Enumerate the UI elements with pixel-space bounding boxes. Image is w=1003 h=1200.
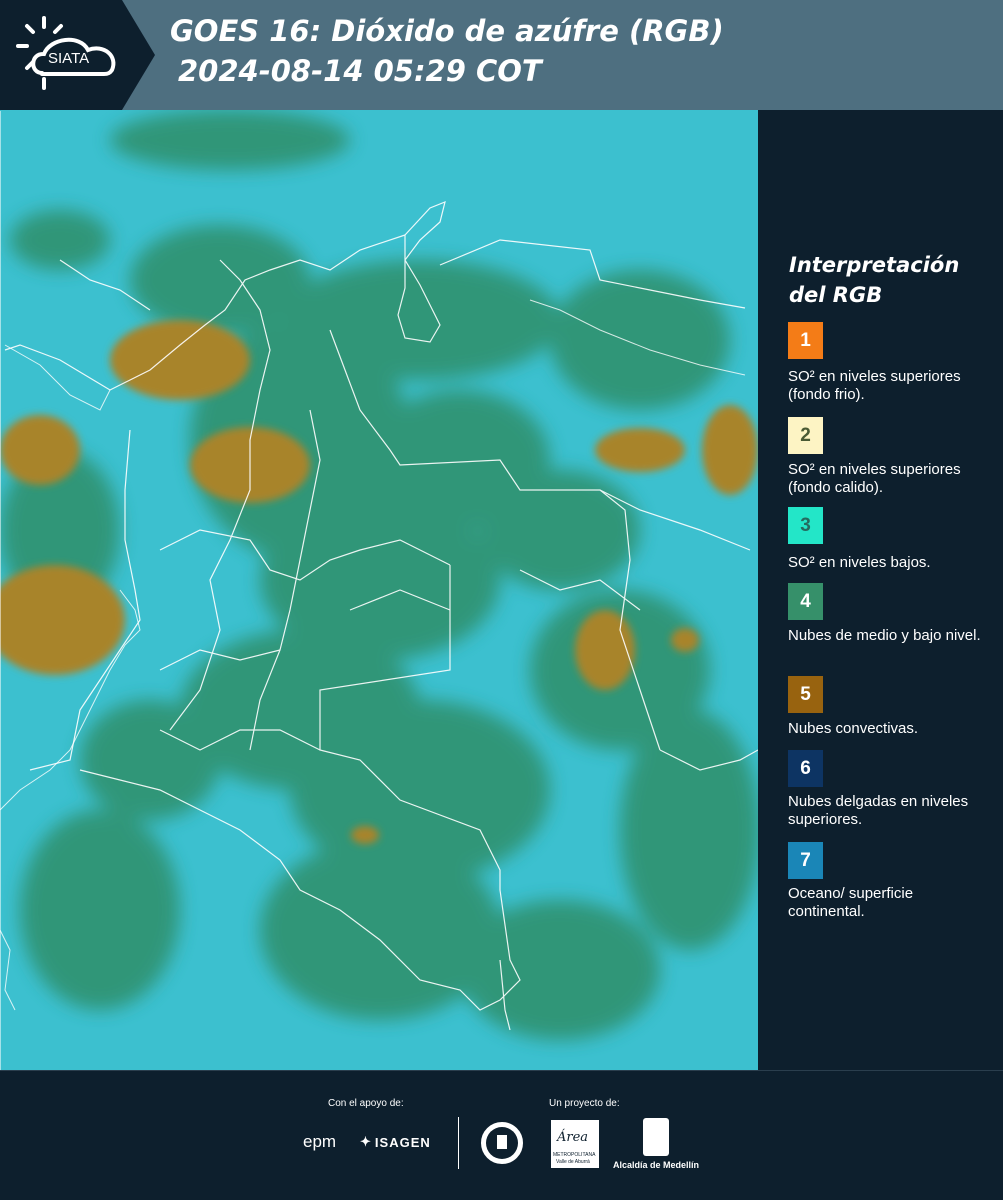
legend-swatch-1: 1 bbox=[788, 322, 823, 359]
legend-number-2: 2 bbox=[800, 424, 811, 446]
legend-number-4: 4 bbox=[800, 590, 811, 612]
legend-label-4: Nubes de medio y bajo nivel. bbox=[788, 627, 981, 644]
page-title: GOES 16: Dióxido de azúfre (RGB) bbox=[170, 14, 724, 48]
area-logo-text: Área bbox=[557, 1130, 589, 1145]
legend-swatch-2: 2 bbox=[788, 417, 823, 454]
area-logo-sub2: Valle de Aburrá bbox=[556, 1159, 590, 1165]
legend-number-5: 5 bbox=[800, 683, 811, 705]
legend-title: Interpretación del RGB bbox=[789, 253, 960, 307]
legend-number-3: 3 bbox=[800, 514, 811, 536]
header-bar: SIATA GOES 16: Dióxido de azúfre (RGB) 2… bbox=[0, 0, 1003, 110]
legend-swatch-7: 7 bbox=[788, 842, 823, 879]
legend-swatch-3: 3 bbox=[788, 507, 823, 544]
siata-logo-text: SIATA bbox=[48, 50, 89, 67]
legend-panel: Interpretación del RGB 1 SO² en niveles … bbox=[758, 110, 1003, 1070]
legend-label-7: Oceano/ superficie continental. bbox=[788, 885, 914, 920]
area-metropolitana-logo: Área METROPOLITANA Valle de Aburrá bbox=[551, 1120, 599, 1168]
legend-swatch-6: 6 bbox=[788, 750, 823, 787]
medellin-seal bbox=[478, 1118, 526, 1173]
legend-label-2: SO² en niveles superiores (fondo calido)… bbox=[788, 461, 961, 496]
legend-label-6: Nubes delgadas en niveles superiores. bbox=[788, 793, 969, 828]
area-logo-sub1: METROPOLITANA bbox=[553, 1152, 596, 1158]
isagen-text: ISAGEN bbox=[374, 1134, 431, 1150]
alcaldia-crest-icon bbox=[643, 1118, 669, 1156]
footer-separator bbox=[458, 1117, 459, 1169]
alcaldia-text: Alcaldía de Medellín bbox=[613, 1160, 700, 1170]
isagen-icon: ✦ bbox=[360, 1134, 372, 1149]
support-label: Con el apoyo de: bbox=[328, 1098, 404, 1109]
siata-logo: SIATA bbox=[0, 0, 155, 110]
epm-logo: epm bbox=[303, 1132, 337, 1151]
legend-number-1: 1 bbox=[800, 329, 811, 351]
timestamp: 2024-08-14 05:29 COT bbox=[178, 54, 542, 88]
footer: Con el apoyo de: Un proyecto de: epm ✦ IS… bbox=[0, 1070, 1003, 1200]
isagen-logo: ✦ ISAGEN bbox=[360, 1134, 431, 1150]
project-label: Un proyecto de: bbox=[549, 1098, 620, 1109]
legend-label-1: SO² en niveles superiores (fondo frio). bbox=[788, 368, 961, 403]
legend-swatch-4: 4 bbox=[788, 583, 823, 620]
legend-number-6: 6 bbox=[800, 757, 811, 779]
legend-swatch-5: 5 bbox=[788, 676, 823, 713]
satellite-image-map bbox=[0, 110, 758, 1070]
legend-number-7: 7 bbox=[800, 849, 811, 871]
legend-label-3: SO² en niveles bajos. bbox=[788, 554, 931, 571]
footer-divider bbox=[0, 1070, 1003, 1071]
legend-label-5: Nubes convectivas. bbox=[788, 720, 919, 737]
